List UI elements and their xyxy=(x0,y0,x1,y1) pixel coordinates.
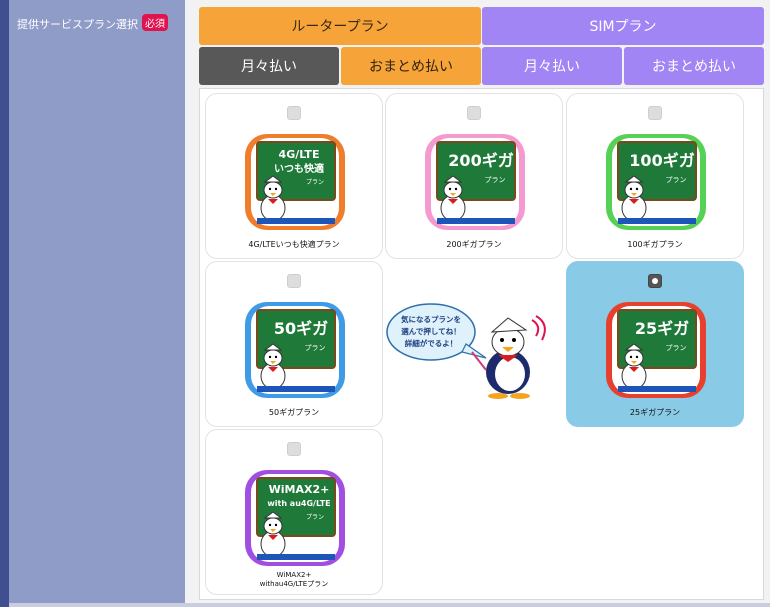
left-edge-stripe xyxy=(0,0,9,607)
svg-text:詳細がでるよ！: 詳細がでるよ！ xyxy=(405,338,458,348)
plan-200gb-icon: 200ギガ プラン xyxy=(425,134,525,230)
subtab-router-lump-sum[interactable]: おまとめ払い xyxy=(341,47,481,85)
svg-text:プラン: プラン xyxy=(485,176,506,184)
service-plan-label: 提供サービスプラン選択 必須 xyxy=(17,14,168,32)
plan-name: 4G/LTEいつも快適プラン xyxy=(248,240,340,249)
svg-text:4G/LTE: 4G/LTE xyxy=(279,148,320,161)
svg-text:プラン: プラン xyxy=(666,344,687,352)
sidebar: 提供サービスプラン選択 必須 xyxy=(9,0,185,607)
svg-text:気になるプランを: 気になるプランを xyxy=(401,314,461,324)
required-badge: 必須 xyxy=(142,14,168,31)
svg-text:100ギガ: 100ギガ xyxy=(629,151,694,170)
svg-text:プラン: プラン xyxy=(306,179,324,186)
plan-checkbox[interactable] xyxy=(648,106,662,120)
subtab-sim-lump-sum[interactable]: おまとめ払い xyxy=(624,47,764,85)
plan-name: 50ギガプラン xyxy=(268,408,320,417)
plan-checkbox-checked[interactable] xyxy=(648,274,662,288)
plan-name: WiMAX2+ withau4G/LTEプラン xyxy=(206,571,382,589)
plan-checkbox[interactable] xyxy=(467,106,481,120)
plan-card-25gb[interactable]: 25ギガ プラン 25ギガプラン xyxy=(566,261,744,427)
mascot-speech-bubble: 気になるプランを 選んで押してね！ 詳細がでるよ！ xyxy=(386,303,546,399)
plan-name-line1: WiMAX2+ xyxy=(276,571,312,579)
plan-card-200gb[interactable]: 200ギガ プラン 200ギガプラン xyxy=(385,93,563,259)
plan-card-100gb[interactable]: 100ギガ プラン 100ギガプラン xyxy=(566,93,744,259)
plan-card-4g-lte[interactable]: 4G/LTE いつも快適 プラン 4G/LTEいつも快適プラン xyxy=(205,93,383,259)
plan-card-50gb[interactable]: 50ギガ プラン 50ギガプラン xyxy=(205,261,383,427)
svg-text:with au4G/LTE: with au4G/LTE xyxy=(267,499,330,508)
plan-4g-lte-icon: 4G/LTE いつも快適 プラン xyxy=(245,134,345,230)
plan-50gb-icon: 50ギガ プラン xyxy=(245,302,345,398)
svg-text:選んで押してね！: 選んで押してね！ xyxy=(401,326,460,336)
plan-name-line2: withau4G/LTEプラン xyxy=(259,580,329,588)
svg-text:いつも快適: いつも快適 xyxy=(274,162,324,175)
plan-100gb-icon: 100ギガ プラン xyxy=(606,134,706,230)
plan-checkbox[interactable] xyxy=(287,442,301,456)
plan-name: 100ギガプラン xyxy=(627,240,683,249)
tab-sim-plan[interactable]: SIMプラン xyxy=(482,7,764,45)
plan-name: 25ギガプラン xyxy=(629,408,681,417)
plan-name: 200ギガプラン xyxy=(446,240,502,249)
plan-25gb-icon: 25ギガ プラン xyxy=(606,302,706,398)
page: 提供サービスプラン選択 必須 ルータープラン SIMプラン 月々払い おまとめ払い… xyxy=(0,0,770,607)
svg-text:200ギガ: 200ギガ xyxy=(448,151,513,170)
plan-card-wimax2-plus[interactable]: WiMAX2+ with au4G/LTE プラン WiMAX2+ withau… xyxy=(205,429,383,595)
svg-text:プラン: プラン xyxy=(666,176,687,184)
bottom-divider xyxy=(9,603,770,607)
svg-text:プラン: プラン xyxy=(305,344,326,352)
svg-text:25ギガ: 25ギガ xyxy=(635,319,689,338)
subtab-router-monthly[interactable]: 月々払い xyxy=(199,47,339,85)
svg-text:WiMAX2+: WiMAX2+ xyxy=(269,483,330,496)
svg-text:プラン: プラン xyxy=(306,514,324,521)
plan-wimax2-icon: WiMAX2+ with au4G/LTE プラン xyxy=(245,470,345,566)
subtab-sim-monthly[interactable]: 月々払い xyxy=(482,47,622,85)
tab-router-plan[interactable]: ルータープラン xyxy=(199,7,481,45)
svg-text:50ギガ: 50ギガ xyxy=(274,319,328,338)
plan-checkbox[interactable] xyxy=(287,106,301,120)
plan-checkbox[interactable] xyxy=(287,274,301,288)
service-plan-label-text: 提供サービスプラン選択 xyxy=(17,18,138,31)
